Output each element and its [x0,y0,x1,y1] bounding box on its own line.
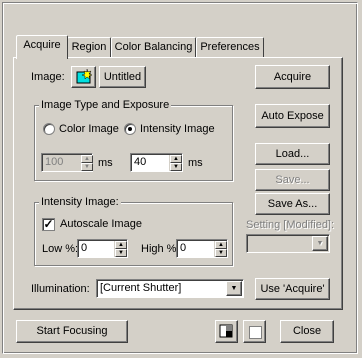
save-as-button[interactable]: Save As... [255,193,330,215]
image-name-button[interactable]: Untitled [99,66,146,88]
image-label: Image: [31,71,65,83]
load-button[interactable]: Load... [255,143,330,165]
autoscale-checkbox[interactable]: ✓ [42,218,55,231]
intensity-exposure-value: 40 [134,156,147,168]
tab-preferences[interactable]: Preferences [196,37,264,57]
start-focusing-button[interactable]: Start Focusing [16,320,128,343]
illumination-dropdown[interactable]: [Current Shutter] [96,279,244,298]
intensity-image-radio[interactable] [124,123,136,135]
illumination-label: Illumination: [31,283,90,295]
new-image-icon [76,68,93,84]
tab-color-balancing[interactable]: Color Balancing [111,37,196,57]
radio-selected-dot [128,127,132,131]
spin-down-icon: ▼ [115,249,127,257]
tab-region[interactable]: Region [67,37,111,57]
tab-color-balancing-label: Color Balancing [114,41,193,53]
intensity-exposure-stepper[interactable]: ▲ ▼ [169,155,182,171]
illumination-value: [Current Shutter] [100,282,182,294]
high-percent-label: High %: [141,243,180,255]
color-image-radio-label: Color Image [59,123,119,135]
intensity-image-radio-label: Intensity Image [140,123,215,135]
spin-up-icon: ▲ [215,241,227,249]
setting-dropdown-arrow-icon[interactable]: ▼ [312,236,328,251]
acquire-button[interactable]: Acquire [255,65,330,89]
autoscale-label: Autoscale Image [60,218,142,230]
intensity-group-title: Intensity Image: [39,196,121,208]
low-percent-label: Low %: [42,243,79,255]
setting-label: Setting [Modified]: [246,219,335,231]
high-percent-value: 0 [180,242,187,254]
spin-down-icon: ▼ [81,163,93,171]
tab-region-label: Region [71,41,107,53]
tab-acquire[interactable]: Acquire [16,35,68,59]
color-image-radio[interactable] [43,123,55,135]
auto-expose-button[interactable]: Auto Expose [255,104,330,128]
spin-up-icon: ▲ [170,155,182,163]
tab-preferences-label: Preferences [200,41,260,53]
spin-down-icon: ▼ [215,249,227,257]
spin-up-icon: ▲ [81,155,93,163]
color-exposure-unit: ms [98,157,113,169]
low-percent-value: 0 [81,242,88,254]
blank-toggle-button[interactable] [243,320,266,343]
new-image-button[interactable] [71,66,96,88]
high-percent-stepper[interactable]: ▲ ▼ [214,241,227,257]
tab-acquire-label: Acquire [23,39,61,51]
exposure-group-title: Image Type and Exposure [39,99,172,111]
spin-down-icon: ▼ [170,163,182,171]
blank-square-icon [249,326,262,339]
intensity-exposure-unit: ms [188,157,203,169]
color-exposure-stepper[interactable]: ▲ ▼ [80,155,93,171]
illumination-dropdown-arrow-icon[interactable]: ▼ [226,281,242,296]
color-exposure-value: 100 [45,156,64,168]
save-button[interactable]: Save... [255,169,330,191]
use-acquire-button[interactable]: Use 'Acquire' [255,278,330,300]
close-button[interactable]: Close [280,320,334,343]
low-percent-stepper[interactable]: ▲ ▼ [114,241,127,257]
contrast-toggle-button[interactable] [215,320,238,343]
spin-up-icon: ▲ [115,241,127,249]
contrast-icon [219,324,233,338]
